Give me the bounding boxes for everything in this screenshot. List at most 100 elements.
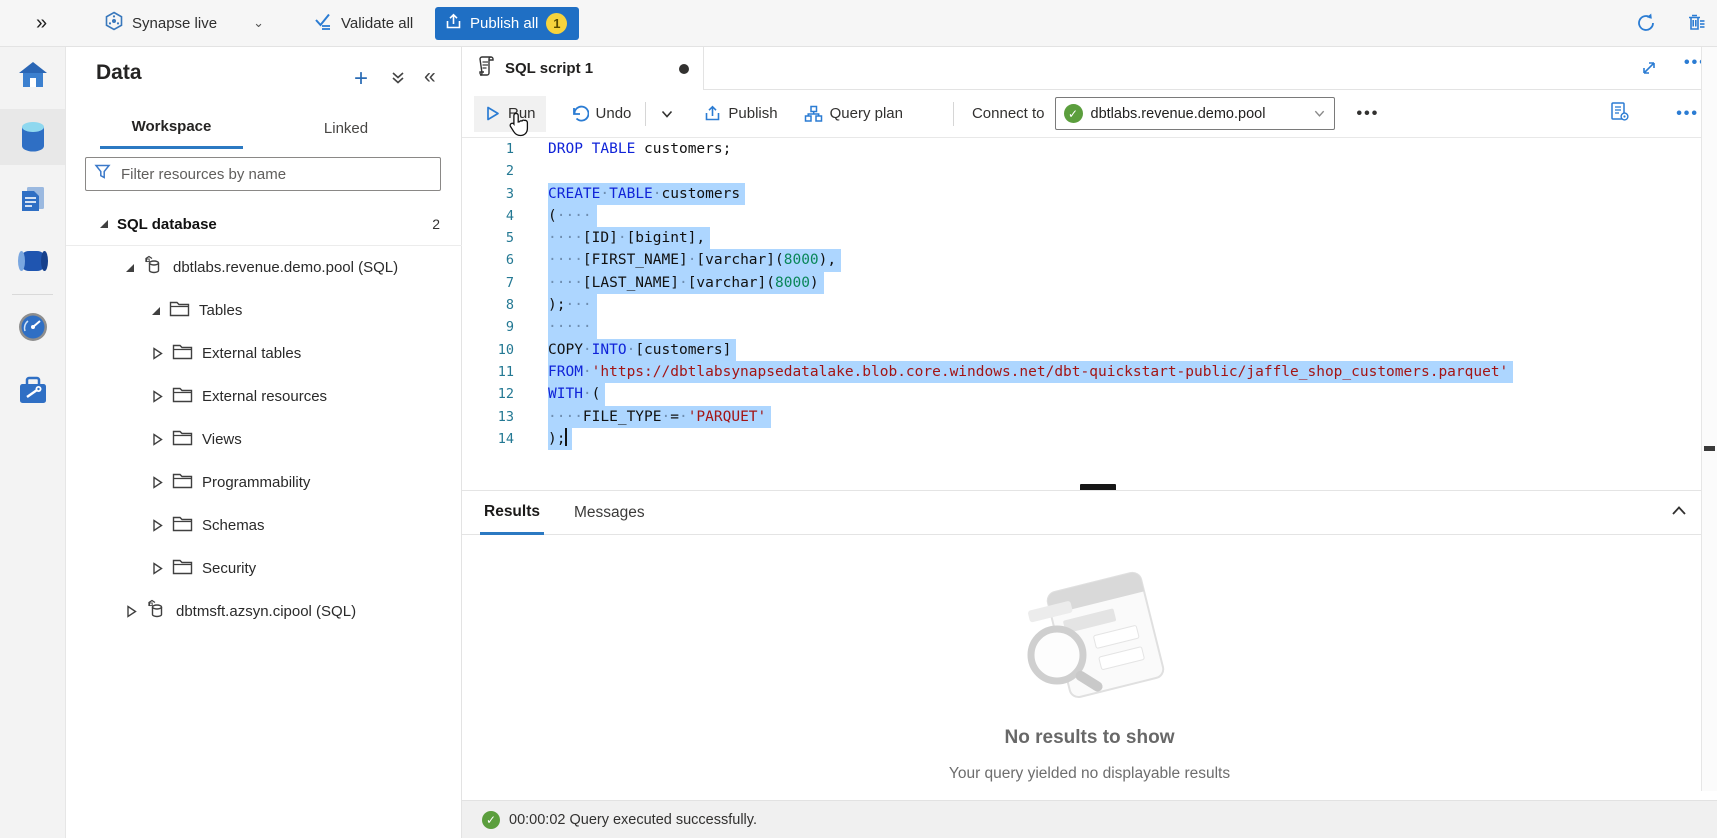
expander-expanded-icon[interactable] bbox=[126, 264, 134, 272]
expander-expanded-icon[interactable] bbox=[152, 307, 160, 315]
expander-collapsed-icon[interactable] bbox=[152, 390, 163, 403]
sql-code-editor[interactable]: 1DROP TABLE customers;23CREATE·TABLE·cus… bbox=[462, 138, 1702, 490]
filter-resources-box bbox=[85, 157, 441, 191]
expander-collapsed-icon[interactable] bbox=[152, 476, 163, 489]
text-caret bbox=[565, 428, 567, 446]
tab-sql-script[interactable]: SQL script 1 bbox=[462, 47, 704, 90]
line-content: ····[FIRST_NAME]·[varchar](8000), bbox=[548, 249, 841, 271]
nav-data-icon[interactable] bbox=[0, 109, 65, 165]
tree-row[interactable]: Schemas bbox=[66, 504, 462, 547]
folder-icon bbox=[172, 343, 193, 365]
expander-collapsed-icon[interactable] bbox=[152, 433, 163, 446]
document-tab-strip: SQL script 1 ••• bbox=[462, 47, 1717, 90]
tree-row-label: Views bbox=[202, 431, 242, 448]
nav-integrate-icon[interactable] bbox=[0, 233, 65, 289]
tree-row[interactable]: Programmability bbox=[66, 461, 462, 504]
expand-rail-icon[interactable]: » bbox=[36, 0, 47, 46]
tab-workspace[interactable]: Workspace bbox=[100, 107, 243, 149]
tree-row[interactable]: Tables bbox=[66, 289, 462, 332]
tree-row[interactable]: dbtmsft.azsyn.cipool (SQL) bbox=[66, 590, 462, 633]
tree-row[interactable]: External resources bbox=[66, 375, 462, 418]
code-line[interactable]: 3CREATE·TABLE·customers bbox=[462, 183, 1702, 205]
tree-row[interactable]: External tables bbox=[66, 332, 462, 375]
editor-scrollbar[interactable] bbox=[1701, 47, 1717, 791]
expander-collapsed-icon[interactable] bbox=[152, 519, 163, 532]
code-line[interactable]: 1DROP TABLE customers; bbox=[462, 138, 1702, 160]
code-line[interactable]: 14); bbox=[462, 428, 1702, 450]
tree-row-label: SQL database bbox=[117, 216, 217, 233]
code-line[interactable]: 13····FILE_TYPE·=·'PARQUET' bbox=[462, 406, 1702, 428]
tree-row[interactable]: Views bbox=[66, 418, 462, 461]
tab-linked[interactable]: Linked bbox=[286, 107, 406, 149]
line-content: (···· bbox=[548, 205, 597, 227]
validate-all-button[interactable]: Validate all bbox=[314, 0, 413, 46]
tab-messages[interactable]: Messages bbox=[574, 491, 645, 535]
sql-pool-icon bbox=[143, 255, 164, 280]
code-line[interactable]: 6····[FIRST_NAME]·[varchar](8000), bbox=[462, 249, 1702, 271]
collapse-all-icon[interactable] bbox=[390, 69, 406, 92]
code-line[interactable]: 2 bbox=[462, 160, 1702, 182]
expand-editor-icon[interactable] bbox=[1640, 59, 1658, 82]
toolbar-more-icon[interactable]: ••• bbox=[1357, 105, 1380, 123]
editor-more-icon[interactable]: ••• bbox=[1676, 105, 1699, 123]
line-number: 12 bbox=[462, 383, 514, 405]
code-line[interactable]: 10COPY·INTO·[customers] bbox=[462, 339, 1702, 361]
filter-resources-input[interactable] bbox=[119, 165, 432, 184]
nav-develop-icon[interactable] bbox=[0, 171, 65, 227]
publish-button[interactable]: Publish bbox=[694, 96, 787, 132]
success-icon: ✓ bbox=[482, 811, 500, 829]
panel-title: Data bbox=[96, 61, 142, 85]
tree-row[interactable]: SQL database2 bbox=[66, 203, 462, 246]
run-options-chevron[interactable] bbox=[650, 96, 684, 132]
connect-to-dropdown[interactable]: ✓ dbtlabs.revenue.demo.pool bbox=[1055, 97, 1335, 130]
collapse-panel-icon[interactable]: « bbox=[424, 65, 436, 89]
code-line[interactable]: 7····[LAST_NAME]·[varchar](8000) bbox=[462, 272, 1702, 294]
nav-home-icon[interactable] bbox=[0, 47, 65, 103]
line-content: ····[ID]·[bigint], bbox=[548, 227, 710, 249]
results-empty-state: No results to show Your query yielded no… bbox=[462, 535, 1717, 800]
results-header: Results Messages bbox=[462, 490, 1717, 535]
folder-icon bbox=[172, 429, 193, 451]
expander-expanded-icon[interactable] bbox=[100, 220, 108, 228]
tab-results[interactable]: Results bbox=[480, 491, 544, 535]
tree-row[interactable]: dbtlabs.revenue.demo.pool (SQL) bbox=[66, 246, 462, 289]
nav-manage-icon[interactable] bbox=[0, 363, 65, 419]
rail-divider bbox=[12, 294, 53, 295]
chevron-down-icon: ⌄ bbox=[253, 15, 264, 31]
folder-icon bbox=[169, 300, 190, 322]
empty-subtitle: Your query yielded no displayable result… bbox=[462, 765, 1717, 783]
mode-switcher[interactable]: Synapse live ⌄ bbox=[104, 0, 264, 46]
properties-icon[interactable] bbox=[1609, 101, 1630, 126]
add-resource-icon[interactable]: + bbox=[354, 65, 368, 93]
expander-collapsed-icon[interactable] bbox=[152, 562, 163, 575]
refresh-icon[interactable] bbox=[1635, 0, 1657, 46]
publish-doc-icon bbox=[704, 105, 721, 122]
code-line[interactable]: 8);··· bbox=[462, 294, 1702, 316]
folder-icon bbox=[172, 515, 193, 537]
synapse-logo-icon bbox=[104, 11, 124, 35]
folder-icon bbox=[172, 472, 193, 494]
expander-collapsed-icon[interactable] bbox=[126, 605, 137, 618]
run-button[interactable]: Run bbox=[474, 96, 546, 132]
line-content: ····FILE_TYPE·=·'PARQUET' bbox=[548, 406, 771, 428]
tree-row-label: Security bbox=[202, 560, 256, 577]
code-line[interactable]: 5····[ID]·[bigint], bbox=[462, 227, 1702, 249]
line-content: CREATE·TABLE·customers bbox=[548, 183, 745, 205]
code-line[interactable]: 11FROM·'https://dbtlabsynapsedatalake.bl… bbox=[462, 361, 1702, 383]
toolbar-divider bbox=[645, 102, 646, 126]
undo-button[interactable]: Undo bbox=[560, 96, 642, 132]
no-results-illustration bbox=[995, 563, 1185, 713]
discard-all-icon[interactable] bbox=[1685, 0, 1707, 46]
tree-row-label: dbtmsft.azsyn.cipool (SQL) bbox=[176, 603, 356, 620]
tree-row[interactable]: Security bbox=[66, 547, 462, 590]
code-line[interactable]: 4(···· bbox=[462, 205, 1702, 227]
nav-monitor-icon[interactable] bbox=[0, 299, 65, 355]
tree-row-label: Programmability bbox=[202, 474, 310, 491]
code-line[interactable]: 9····· bbox=[462, 316, 1702, 338]
query-plan-button[interactable]: Query plan bbox=[794, 96, 913, 132]
publish-icon bbox=[445, 13, 462, 34]
collapse-results-chevron[interactable] bbox=[1669, 501, 1689, 526]
code-line[interactable]: 12WITH·( bbox=[462, 383, 1702, 405]
publish-all-button[interactable]: Publish all 1 bbox=[435, 7, 579, 40]
expander-collapsed-icon[interactable] bbox=[152, 347, 163, 360]
